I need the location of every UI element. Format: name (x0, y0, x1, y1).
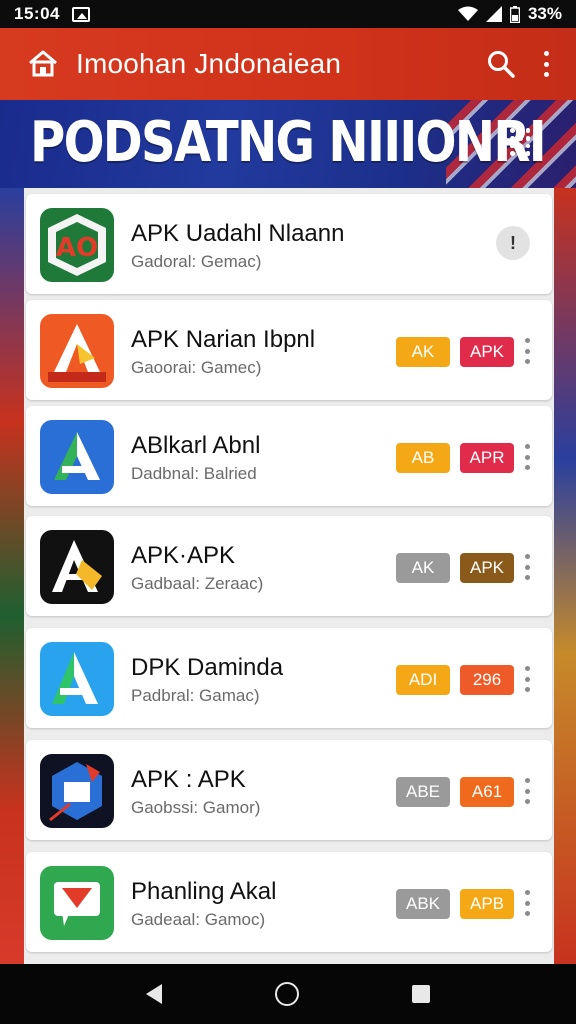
battery-icon (509, 5, 520, 23)
recents-icon[interactable] (411, 985, 430, 1003)
more-vert-icon[interactable] (525, 890, 530, 916)
badge: APK (460, 553, 514, 583)
app-name: ABlkarl Abnl (131, 432, 261, 459)
badge: AK (396, 337, 450, 367)
app-name: APK·APK (131, 542, 236, 569)
list-item[interactable]: APK Narian Ibpnl Gaoorai: Gamec) AK APK (26, 300, 552, 400)
info-button[interactable]: ! (496, 226, 530, 260)
app-name: DPK Daminda (131, 654, 284, 681)
badge: ADI (396, 665, 450, 695)
app-subtitle: Padbral: Gamac) (131, 686, 260, 705)
more-vert-icon[interactable] (525, 554, 530, 580)
app-subtitle: Dadbnal: Balried (131, 464, 257, 483)
app-name: APK Uadahl Nlaann (131, 220, 345, 247)
app-icon (40, 420, 114, 494)
badge: APK (460, 337, 514, 367)
search-icon[interactable] (486, 49, 516, 79)
badge: AK (396, 553, 450, 583)
app-subtitle: Gadbaal: Zeraac) (131, 574, 264, 593)
list-item[interactable]: DPK Daminda Padbral: Gamac) ADI 296 (26, 628, 552, 728)
app-icon (40, 866, 114, 940)
app-icon: AO (40, 208, 114, 282)
list-item[interactable]: Phanling Akal Gadeaal: Gamoc) ABK APB (26, 852, 552, 952)
back-icon[interactable] (146, 984, 163, 1004)
svg-text:AO: AO (56, 233, 98, 263)
badge-group: ABE A61 (396, 777, 514, 807)
more-vert-icon[interactable] (544, 51, 550, 77)
app-icon (40, 314, 114, 388)
app-icon (40, 530, 114, 604)
app-bar: Imoohan Jndonaiean (0, 28, 576, 100)
more-vert-icon[interactable] (525, 666, 530, 692)
more-vert-icon[interactable] (525, 778, 530, 804)
list-item[interactable]: ABlkarl Abnl Dadbnal: Balried AB APR (26, 406, 552, 506)
badge-group: ADI 296 (396, 665, 514, 695)
status-time: 15:04 (14, 4, 60, 23)
app-name: APK : APK (131, 766, 246, 793)
badge: ABK (396, 889, 450, 919)
battery-percent: 33% (527, 4, 562, 23)
status-bar: 15:04 33% (0, 0, 576, 28)
app-subtitle: Gaoorai: Gamec) (131, 358, 262, 377)
apps-grid-icon[interactable] (510, 128, 538, 156)
badge-group: AK APK (396, 553, 514, 583)
signal-icon (485, 6, 502, 22)
badge: AB (396, 443, 450, 473)
badge-group: AK APK (396, 337, 514, 367)
badge-group: AB APR (396, 443, 514, 473)
badge: APR (460, 443, 514, 473)
list-item[interactable]: APK·APK Gadbaal: Zeraac) AK APK (26, 516, 552, 616)
home-icon[interactable] (26, 47, 60, 81)
list-item[interactable]: APK : APK Gaobssi: Gamor) ABE A61 (26, 740, 552, 840)
app-name: APK Narian Ibpnl (131, 326, 316, 353)
badge: A61 (460, 777, 514, 807)
banner: PODSATNG NIIIONRI (0, 100, 576, 188)
wifi-icon (457, 6, 478, 21)
status-right: 33% (457, 4, 562, 24)
app-subtitle: Gaobssi: Gamor) (131, 798, 261, 817)
app-list: AO APK Uadahl Nlaann Gadoral: Gemac) ! A… (24, 188, 554, 964)
badge: 296 (460, 665, 514, 695)
home-circle-icon[interactable] (274, 982, 299, 1006)
badge-group: ABK APB (396, 889, 514, 919)
more-vert-icon[interactable] (525, 444, 530, 470)
badge: ABE (396, 777, 450, 807)
side-decoration-right (554, 188, 576, 964)
badge: APB (460, 889, 514, 919)
app-name: Phanling Akal (131, 878, 277, 905)
image-notification-icon (71, 6, 90, 22)
app-title: Imoohan Jndonaiean (76, 48, 342, 79)
app-icon (40, 754, 114, 828)
app-subtitle: Gadoral: Gemac) (131, 252, 262, 271)
navigation-bar (0, 964, 576, 1024)
app-subtitle: Gadeaal: Gamoc) (131, 910, 266, 929)
app-icon (40, 642, 114, 716)
more-vert-icon[interactable] (525, 338, 530, 364)
side-decoration-left (0, 188, 24, 964)
list-item[interactable]: AO APK Uadahl Nlaann Gadoral: Gemac) ! (26, 194, 552, 294)
banner-title: PODSATNG NIIIONRI (30, 110, 547, 175)
